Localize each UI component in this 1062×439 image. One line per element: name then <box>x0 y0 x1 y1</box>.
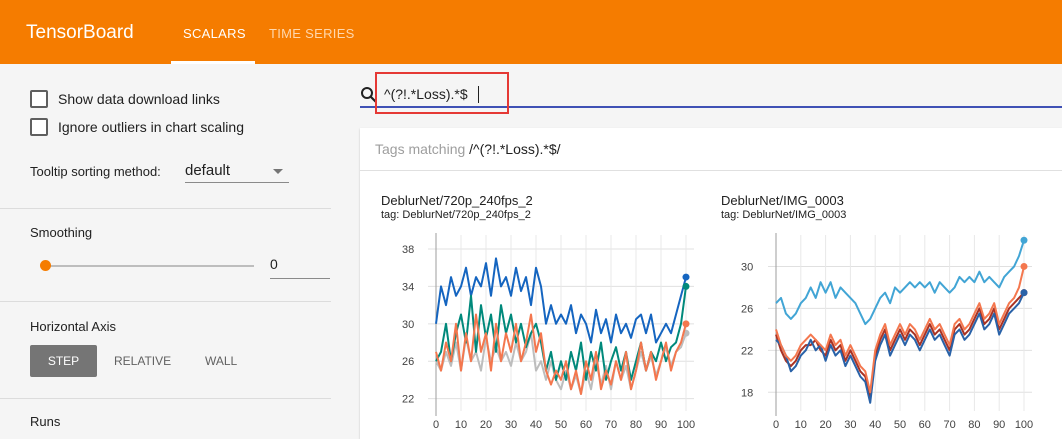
chart-img-0003[interactable]: 18 22 26 30 0 10 20 30 40 50 60 70 80 90 100 <box>715 225 1062 439</box>
y-tick-label: 30 <box>741 261 753 273</box>
horizontal-axis-step-button[interactable]: STEP <box>30 345 97 377</box>
sidebar-divider <box>0 398 331 399</box>
series-end-point <box>682 273 690 281</box>
x-tick-label: 90 <box>993 419 1005 431</box>
chart-tag: tag: DeblurNet/IMG_0003 <box>721 209 847 221</box>
x-tick-label: 10 <box>795 419 807 431</box>
series-end-point <box>682 282 690 290</box>
x-tick-label: 0 <box>773 419 779 431</box>
series-end-point <box>1020 289 1028 297</box>
x-tick-label: 100 <box>677 419 695 431</box>
x-tick-label: 80 <box>968 419 980 431</box>
y-tick-label: 18 <box>741 387 753 399</box>
y-tick-label: 38 <box>402 244 414 256</box>
x-tick-label: 30 <box>505 419 517 431</box>
y-tick-label: 22 <box>402 394 414 406</box>
smoothing-value-input[interactable]: 0 <box>270 256 330 279</box>
chart-title: DeblurNet/720p_240fps_2 <box>381 193 533 208</box>
x-tick-label: 50 <box>894 419 906 431</box>
dropdown-arrow-icon <box>273 169 283 174</box>
tooltip-sorting-label: Tooltip sorting method: <box>30 164 161 179</box>
top-app-bar <box>0 0 1062 64</box>
chart-tag: tag: DeblurNet/720p_240fps_2 <box>381 209 531 221</box>
x-tick-label: 80 <box>630 419 642 431</box>
x-tick-label: 70 <box>943 419 955 431</box>
horizontal-axis-wall-button[interactable]: WALL <box>205 345 237 377</box>
y-tick-label: 26 <box>741 303 753 315</box>
tags-matching-prefix: Tags matching <box>375 141 470 157</box>
x-tick-label: 20 <box>480 419 492 431</box>
x-tick-label: 10 <box>455 419 467 431</box>
x-tick-label: 60 <box>580 419 592 431</box>
ignore-outliers-checkbox[interactable] <box>30 118 48 136</box>
y-tick-label: 30 <box>402 319 414 331</box>
horizontal-axis-relative-button[interactable]: RELATIVE <box>114 345 171 377</box>
app-title: TensorBoard <box>26 22 134 43</box>
smoothing-label: Smoothing <box>30 225 93 240</box>
tags-matching-header: Tags matching /^(?!.*Loss).*$/ <box>375 141 561 157</box>
y-tick-label: 22 <box>741 345 753 357</box>
smoothing-slider-track[interactable] <box>45 265 254 267</box>
x-tick-label: 40 <box>869 419 881 431</box>
tooltip-sorting-select[interactable]: default <box>185 160 289 183</box>
tab-scalars[interactable]: SCALARS <box>183 26 246 41</box>
series-end-point <box>1020 262 1028 270</box>
tab-time-series[interactable]: TIME SERIES <box>269 26 355 41</box>
card-divider <box>360 170 1062 171</box>
x-tick-label: 30 <box>844 419 856 431</box>
chart-title: DeblurNet/IMG_0003 <box>721 193 844 208</box>
runs-label: Runs <box>30 414 61 429</box>
y-tick-label: 34 <box>402 281 414 293</box>
series-end-point <box>682 320 690 328</box>
x-tick-label: 0 <box>433 419 439 431</box>
highlight-box <box>375 72 509 114</box>
x-tick-label: 20 <box>819 419 831 431</box>
show-download-links-checkbox[interactable] <box>30 90 48 108</box>
ignore-outliers-checkbox-row[interactable]: Ignore outliers in chart scaling <box>30 118 244 136</box>
ignore-outliers-label: Ignore outliers in chart scaling <box>58 119 244 135</box>
sidebar-divider <box>0 301 331 302</box>
sidebar-divider <box>0 208 331 209</box>
show-download-links-label: Show data download links <box>58 91 220 107</box>
y-tick-label: 26 <box>402 356 414 368</box>
x-tick-label: 90 <box>655 419 667 431</box>
tooltip-sorting-value: default <box>185 162 231 179</box>
x-tick-label: 40 <box>530 419 542 431</box>
series-end-point <box>1020 236 1028 244</box>
smoothing-slider-thumb[interactable] <box>40 260 51 271</box>
x-tick-label: 100 <box>1015 419 1033 431</box>
tags-matching-pattern: /^(?!.*Loss).*$/ <box>469 141 561 157</box>
x-tick-label: 70 <box>605 419 617 431</box>
show-download-links-checkbox-row[interactable]: Show data download links <box>30 90 220 108</box>
x-tick-label: 50 <box>555 419 567 431</box>
chart-720p-240fps-2[interactable]: 22 26 30 34 38 0 10 20 30 40 50 60 70 80 90 100 <box>370 225 705 439</box>
x-tick-label: 60 <box>919 419 931 431</box>
horizontal-axis-label: Horizontal Axis <box>30 319 116 334</box>
